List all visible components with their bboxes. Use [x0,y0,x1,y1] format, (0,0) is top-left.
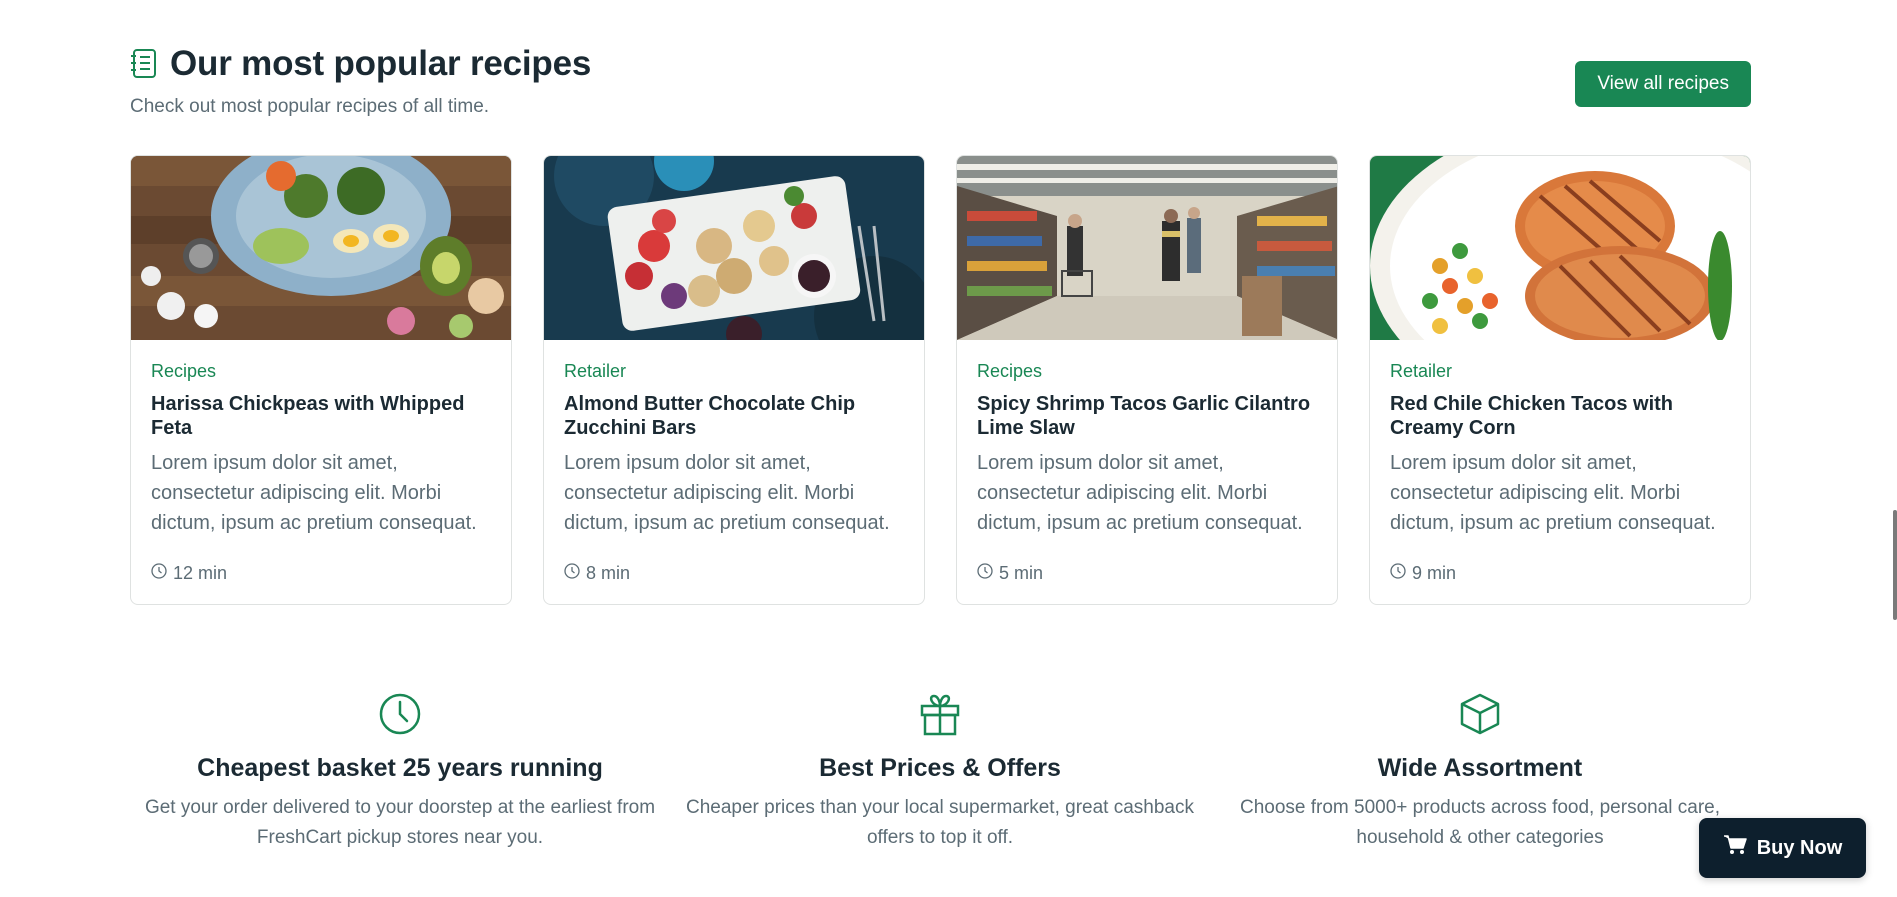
feature-text: Cheaper prices than your local supermark… [686,797,1194,848]
buy-now-button[interactable]: Buy Now [1699,818,1866,878]
card-description: Lorem ipsum dolor sit amet, consectetur … [977,452,1303,534]
card-category[interactable]: Recipes [977,361,1317,382]
card-time: 9 min [1390,563,1456,584]
recipe-card[interactable]: Recipes Harissa Chickpeas with Whipped F… [130,155,512,605]
card-body: Recipes Harissa Chickpeas with Whipped F… [131,340,511,538]
cart-icon [1723,834,1747,862]
card-time-label: 5 min [999,563,1044,583]
clock-icon [130,690,670,738]
card-time: 12 min [151,563,227,584]
salad-bowl-photo[interactable] [131,156,511,340]
recipe-card[interactable]: Recipes Spicy Shrimp Tacos Garlic Cilant… [956,155,1338,605]
card-category[interactable]: Recipes [151,361,491,382]
card-title[interactable]: Harissa Chickpeas with Whipped Feta [151,392,491,440]
card-body: Retailer Red Chile Chicken Tacos with Cr… [1370,340,1750,538]
feature-item: Best Prices & Offers Cheaper prices than… [670,690,1210,860]
popular-recipes-section: Our most popular recipes Check out most … [130,0,1751,897]
feature-item: Cheapest basket 25 years running Get you… [130,690,670,860]
title-row: Our most popular recipes [130,44,1751,84]
feature-item: Wide Assortment Choose from 5000+ produc… [1210,690,1750,860]
scrollbar[interactable] [1891,0,1897,897]
feature-title: Cheapest basket 25 years running [197,754,603,782]
card-time-label: 12 min [173,563,228,583]
card-time-label: 9 min [1412,563,1457,583]
feature-text: Get your order delivered to your doorste… [144,797,656,848]
scrollbar-thumb[interactable] [1893,510,1897,620]
card-time-label: 8 min [586,563,631,583]
card-category[interactable]: Retailer [1390,361,1730,382]
feature-title: Wide Assortment [1377,754,1583,782]
card-description: Lorem ipsum dolor sit amet, consectetur … [564,452,890,534]
grilled-chicken-photo[interactable] [1370,156,1750,340]
box-icon [1210,690,1750,738]
card-title[interactable]: Spicy Shrimp Tacos Garlic Cilantro Lime … [977,392,1317,440]
recipe-book-icon [130,47,158,81]
clock-icon [977,563,993,584]
buy-now-label: Buy Now [1756,836,1843,859]
card-time: 8 min [564,563,630,584]
features-row: Cheapest basket 25 years running Get you… [130,690,1751,860]
recipe-card[interactable]: Retailer Red Chile Chicken Tacos with Cr… [1369,155,1751,605]
clock-icon [564,563,580,584]
clock-icon [151,563,167,584]
supermarket-aisle-photo[interactable] [957,156,1337,340]
card-description: Lorem ipsum dolor sit amet, consectetur … [151,452,477,534]
card-body: Retailer Almond Butter Chocolate Chip Zu… [544,340,924,538]
clock-icon [1390,563,1406,584]
recipe-cards: Recipes Harissa Chickpeas with Whipped F… [130,155,1751,605]
cracker-platter-photo[interactable] [544,156,924,340]
feature-text: Choose from 5000+ products across food, … [1239,797,1721,848]
card-description: Lorem ipsum dolor sit amet, consectetur … [1390,452,1716,534]
view-all-recipes-button[interactable]: View all recipes [1575,61,1751,107]
card-category[interactable]: Retailer [564,361,904,382]
recipe-card[interactable]: Retailer Almond Butter Chocolate Chip Zu… [543,155,925,605]
card-title[interactable]: Almond Butter Chocolate Chip Zucchini Ba… [564,392,904,440]
gift-icon [670,690,1210,738]
section-header: Our most popular recipes Check out most … [130,44,1751,134]
card-title[interactable]: Red Chile Chicken Tacos with Creamy Corn [1390,392,1730,440]
card-time: 5 min [977,563,1043,584]
section-subtitle: Check out most popular recipes of all ti… [130,96,490,117]
feature-title: Best Prices & Offers [819,754,1061,782]
section-title: Our most popular recipes [170,44,592,83]
card-body: Recipes Spicy Shrimp Tacos Garlic Cilant… [957,340,1337,538]
